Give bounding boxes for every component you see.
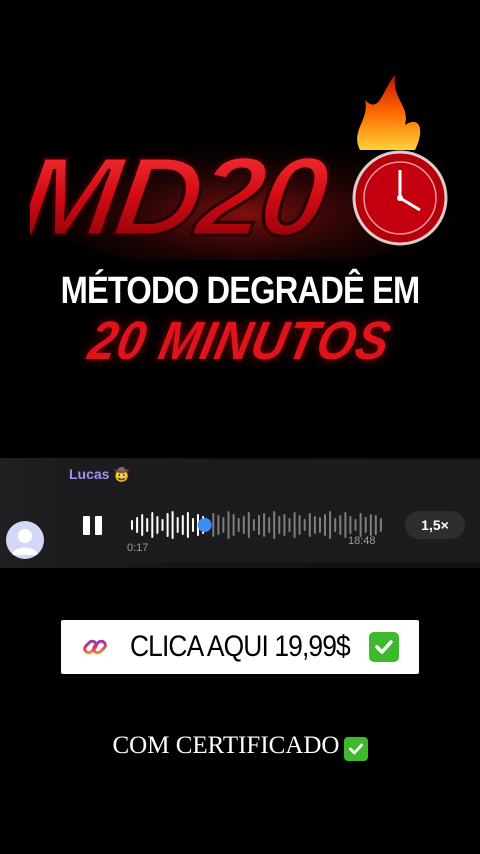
waveform-bar (166, 513, 169, 537)
playhead-handle[interactable] (197, 518, 212, 532)
waveform-bar (232, 514, 235, 536)
waveform-bar (131, 520, 133, 530)
waveform-bar (258, 515, 260, 535)
headline: MÉTODO DEGRADÊ EM (60, 270, 421, 312)
elapsed-time: 0:17 (127, 542, 149, 554)
waveform-bar (303, 519, 306, 531)
sender-emoji: 🤠 (113, 467, 130, 482)
waveform-bar (136, 517, 139, 533)
subheadline: 20 MINUTOS (83, 311, 397, 371)
waveform-bar (324, 514, 326, 536)
waveform-bar (359, 513, 362, 537)
waveform-bar (156, 516, 159, 534)
waveform-bar (334, 518, 337, 532)
certificate-caption: COM CERTIFICADO (0, 732, 480, 761)
waveform-bar (349, 516, 352, 534)
video-frame: MD20 MÉTODO DEGRADÊ EM 20 MINUTOS Lucas 🤠 (0, 0, 480, 854)
link-icon (83, 639, 107, 655)
waveform-bar (339, 515, 342, 535)
playback-speed-button[interactable]: 1,5× (405, 511, 465, 539)
waveform-bar (151, 512, 154, 538)
waveform-bar (263, 513, 266, 537)
certificate-label: COM CERTIFICADO (112, 732, 340, 759)
user-icon (12, 529, 38, 555)
waveform-bar (273, 511, 276, 539)
waveform-bar (222, 517, 225, 533)
waveform-bar (268, 517, 271, 533)
waveform-bar (298, 515, 301, 535)
clock-icon (352, 150, 448, 246)
waveform-bar (237, 518, 240, 532)
waveform-bar (252, 519, 255, 531)
duration-time: 18:48 (348, 535, 376, 547)
waveform-bar (171, 511, 174, 539)
waveform-bar (141, 514, 144, 536)
waveform-bar (212, 513, 215, 537)
waveform-bar (379, 518, 382, 532)
waveform-bar (283, 514, 286, 536)
waveform-bar (146, 518, 149, 532)
waveform-bar (161, 519, 164, 531)
audio-waveform[interactable] (131, 510, 385, 540)
sender-name[interactable]: Lucas 🤠 (69, 466, 130, 483)
waveform-bar (186, 512, 189, 538)
waveform-bar (181, 515, 184, 535)
waveform-bar (227, 511, 230, 539)
waveform-bar (308, 513, 311, 537)
cta-label: CLICA AQUI 19,99$ (130, 630, 351, 663)
waveform-bar (192, 518, 194, 532)
sender-label: Lucas (69, 466, 110, 482)
check-icon (368, 632, 399, 662)
waveform-bar (293, 512, 296, 538)
waveform-bar (369, 514, 372, 536)
waveform-bar (364, 517, 367, 533)
waveform-bar (278, 516, 281, 534)
check-icon (343, 737, 368, 761)
waveform-bar (217, 515, 220, 535)
waveform-bar (329, 511, 332, 539)
waveform-bar (247, 512, 250, 538)
waveform-bar (344, 512, 347, 538)
voice-message-bubble[interactable]: Lucas 🤠 0:17 18:48 1,5× (55, 460, 480, 562)
waveform-bar (288, 518, 291, 532)
waveform-bar (319, 517, 321, 533)
md20-logo: MD20 (30, 70, 460, 260)
waveform-bar (374, 515, 377, 535)
waveform-bar (176, 517, 179, 533)
avatar[interactable] (6, 521, 44, 559)
flame-icon (357, 75, 421, 150)
waveform-bar (313, 516, 316, 534)
waveform-bar (242, 516, 245, 534)
cta-link-button[interactable]: CLICA AQUI 19,99$ (61, 620, 419, 674)
pause-button[interactable] (83, 515, 105, 537)
waveform-bar (354, 519, 357, 531)
logo-text: MD20 (30, 134, 336, 259)
